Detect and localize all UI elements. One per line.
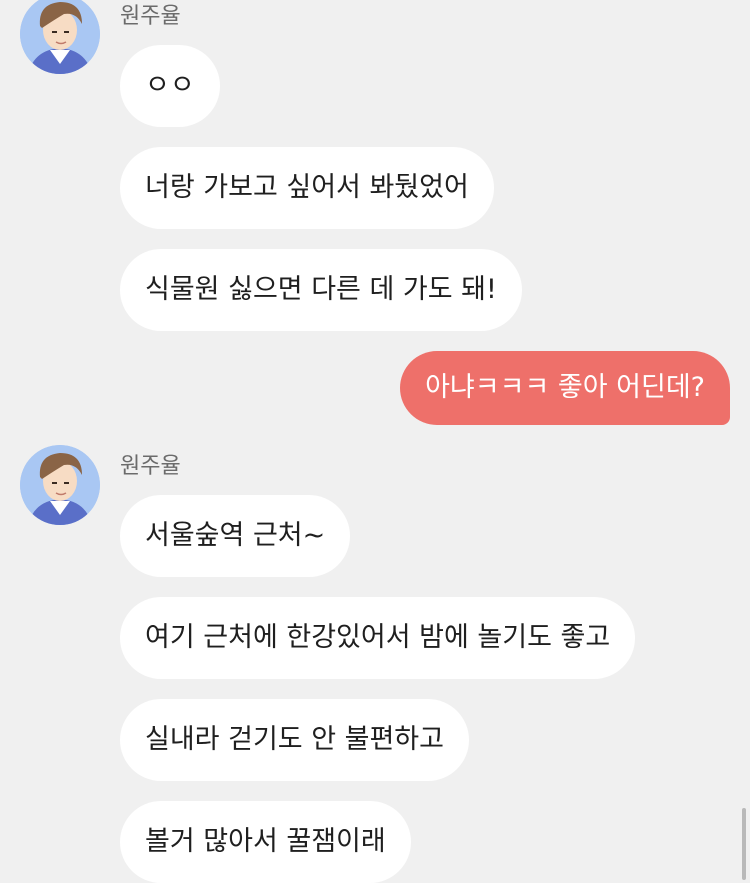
message-text: 너랑 가보고 싶어서 봐뒀었어 <box>145 172 469 203</box>
received-message-bubble[interactable]: 실내라 걷기도 안 불편하고 <box>120 699 469 781</box>
sender-avatar[interactable] <box>20 0 100 74</box>
received-message-bubble[interactable]: 서울숲역 근처~ <box>120 495 351 577</box>
boy-avatar-icon <box>20 0 100 74</box>
received-message-bubble[interactable]: 볼거 많아서 꿀잼이래 <box>120 801 411 883</box>
sender-avatar[interactable] <box>20 445 100 525</box>
message-text: 식물원 싫으면 다른 데 가도 돼! <box>145 274 497 305</box>
message-text: ㅇㅇ <box>145 70 195 101</box>
received-message-bubble[interactable]: 여기 근처에 한강있어서 밤에 놀기도 좋고 <box>120 597 636 679</box>
message-text: 실내라 걷기도 안 불편하고 <box>145 724 444 755</box>
sender-name: 원주율 <box>120 454 181 479</box>
message-text: 서울숲역 근처~ <box>145 520 326 551</box>
received-message-bubble[interactable]: ㅇㅇ <box>120 45 220 127</box>
sent-message-bubble[interactable]: 아냐ㅋㅋㅋ 좋아 어딘데? <box>400 351 730 425</box>
received-message-bubble[interactable]: 너랑 가보고 싶어서 봐뒀었어 <box>120 147 494 229</box>
received-message-bubble[interactable]: 식물원 싫으면 다른 데 가도 돼! <box>120 249 522 331</box>
message-text: 여기 근처에 한강있어서 밤에 놀기도 좋고 <box>145 622 611 653</box>
sender-name: 원주율 <box>120 4 181 29</box>
message-text: 아냐ㅋㅋㅋ 좋아 어딘데? <box>425 372 705 403</box>
message-text: 볼거 많아서 꿀잼이래 <box>145 826 386 857</box>
boy-avatar-icon <box>20 445 100 525</box>
scrollbar[interactable] <box>742 808 746 880</box>
